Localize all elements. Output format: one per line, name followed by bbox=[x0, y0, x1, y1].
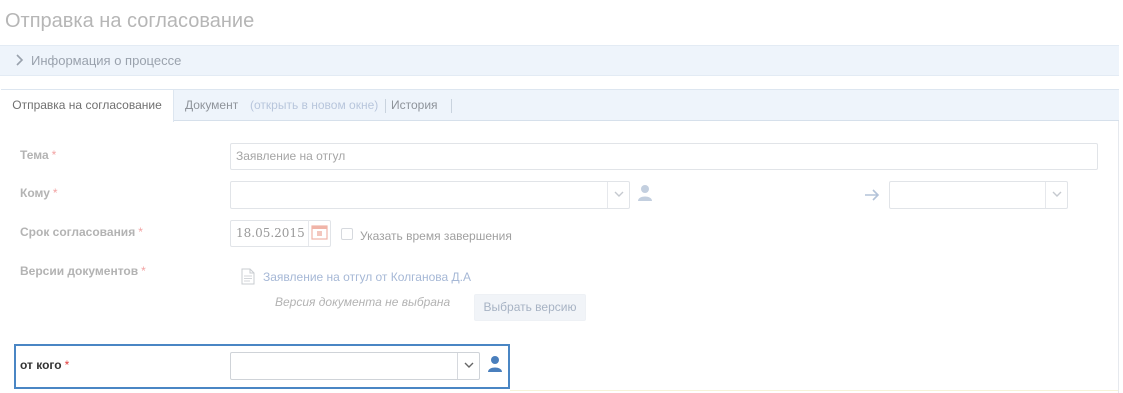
open-in-new-window-link[interactable]: (открыть в новом окне) bbox=[250, 90, 378, 121]
tab-send-for-approval[interactable]: Отправка на согласование bbox=[1, 90, 174, 122]
version-not-selected-note: Версия документа не выбрана bbox=[275, 295, 451, 309]
choose-version-button[interactable]: Выбрать версию bbox=[474, 294, 586, 321]
specify-time-label: Указать время завершения bbox=[360, 229, 512, 243]
from-label: от кого * bbox=[20, 358, 70, 372]
forward-to-select[interactable] bbox=[889, 181, 1068, 209]
document-icon bbox=[241, 268, 255, 285]
page-title: Отправка на согласование bbox=[5, 10, 255, 32]
panel-border bbox=[1118, 121, 1119, 393]
required-mark: * bbox=[141, 264, 146, 278]
tab-separator bbox=[385, 99, 386, 113]
from-select[interactable] bbox=[230, 352, 480, 380]
tab-bar: Отправка на согласование Документ (откры… bbox=[1, 89, 1119, 122]
subject-label: Тема * bbox=[20, 148, 57, 162]
doc-versions-label: Версии документов * bbox=[20, 264, 146, 278]
arrow-right-icon bbox=[864, 188, 880, 202]
document-version-link[interactable]: Заявление на отгул от Колганова Д.А bbox=[263, 270, 471, 284]
subject-input[interactable]: Заявление на отгул bbox=[230, 143, 1098, 170]
required-mark: * bbox=[52, 186, 58, 200]
required-mark: * bbox=[64, 358, 70, 372]
tab-separator bbox=[451, 99, 452, 113]
to-select[interactable] bbox=[230, 181, 630, 209]
required-mark: * bbox=[138, 225, 143, 239]
deadline-label: Срок согласования * bbox=[20, 225, 143, 239]
chevron-down-icon[interactable] bbox=[1045, 182, 1067, 208]
to-label: Кому * bbox=[20, 186, 58, 200]
process-info-label: Информация о процессе bbox=[31, 53, 182, 68]
tab-history[interactable]: История bbox=[391, 90, 438, 121]
user-icon[interactable] bbox=[637, 184, 653, 202]
calendar-icon[interactable] bbox=[308, 220, 330, 246]
user-icon[interactable] bbox=[487, 355, 503, 373]
divider bbox=[510, 390, 1118, 391]
process-info-toggle[interactable]: Информация о процессе bbox=[0, 45, 1119, 76]
specify-time-checkbox[interactable] bbox=[341, 228, 353, 240]
required-mark: * bbox=[51, 148, 57, 162]
chevron-down-icon[interactable] bbox=[457, 353, 479, 379]
tab-document[interactable]: Документ bbox=[185, 90, 238, 121]
chevron-down-icon[interactable] bbox=[607, 182, 629, 208]
chevron-right-icon bbox=[14, 53, 26, 67]
